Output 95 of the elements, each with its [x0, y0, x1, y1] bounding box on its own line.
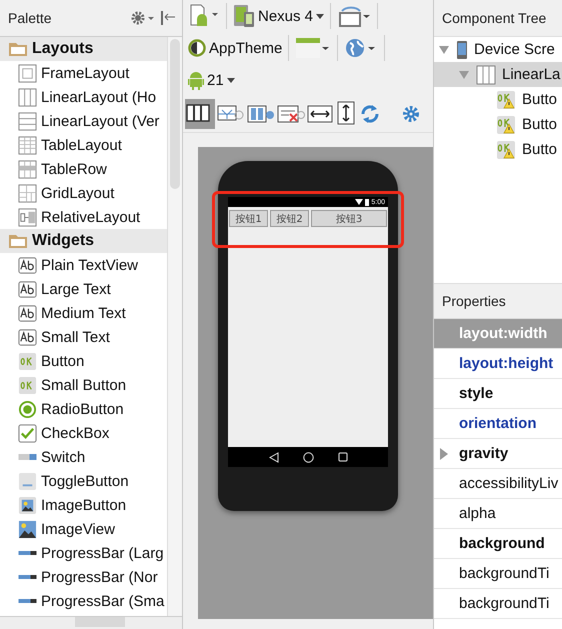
property-row[interactable]: accessibilityLiv: [434, 469, 562, 499]
preview-button[interactable]: 按钮3: [311, 210, 387, 227]
palette-item[interactable]: Large Text: [0, 277, 167, 301]
palette-item[interactable]: ToggleButton: [0, 469, 167, 493]
palette-item[interactable]: ProgressBar (Nor: [0, 565, 167, 589]
property-row[interactable]: layout:height: [434, 349, 562, 379]
device-selector[interactable]: Nexus 4: [258, 8, 314, 24]
expand-icon[interactable]: [439, 448, 449, 460]
columns-icon: [476, 64, 496, 84]
palette-item[interactable]: ImageView: [0, 517, 167, 541]
caret-icon[interactable]: [226, 78, 235, 82]
palette-item[interactable]: ImageButton: [0, 493, 167, 517]
ok-button-icon: [18, 376, 37, 394]
settings-icon[interactable]: [130, 10, 156, 26]
progress-bar-icon: [18, 574, 37, 580]
table-row-icon: [18, 160, 37, 178]
palette-group[interactable]: Layouts: [0, 37, 167, 61]
fill-height-icon[interactable]: [335, 101, 357, 127]
horizontal-scrollbar[interactable]: [0, 616, 182, 629]
phone-tablet-icon[interactable]: [233, 4, 255, 28]
api-level-selector[interactable]: 21: [207, 72, 224, 88]
palette-item[interactable]: Plain TextView: [0, 253, 167, 277]
progress-bar-icon: [18, 598, 37, 604]
switch-icon: [18, 454, 37, 460]
property-row[interactable]: style: [434, 379, 562, 409]
recents-icon[interactable]: [338, 452, 348, 462]
palette-item[interactable]: Small Text: [0, 325, 167, 349]
home-icon[interactable]: [302, 452, 314, 462]
text-view-icon: [18, 280, 37, 298]
rows-icon: [18, 112, 37, 130]
panel-title: Properties: [442, 293, 506, 309]
button-warning-icon: [496, 90, 516, 110]
palette-item[interactable]: FrameLayout: [0, 61, 167, 85]
palette-item[interactable]: CheckBox: [0, 421, 167, 445]
radio-button-icon: [18, 400, 37, 418]
property-row[interactable]: orientation: [434, 409, 562, 439]
property-row[interactable]: backgroundTi: [434, 559, 562, 589]
text-view-icon: [18, 304, 37, 322]
property-row[interactable]: background: [434, 529, 562, 559]
folder-icon: [8, 41, 28, 57]
frame-layout-icon: [18, 64, 37, 82]
text-view-icon: [18, 328, 37, 346]
wifi-icon: [355, 199, 364, 205]
palette-item[interactable]: Button: [0, 349, 167, 373]
preview-button[interactable]: 按钮1: [229, 210, 268, 227]
relative-layout-icon: [18, 208, 37, 226]
phone-icon: [456, 40, 468, 60]
palette-group[interactable]: Widgets: [0, 229, 167, 253]
palette-item[interactable]: RadioButton: [0, 397, 167, 421]
caret-icon[interactable]: [316, 14, 324, 18]
property-row[interactable]: gravity: [434, 439, 562, 469]
palette-item[interactable]: Small Button: [0, 373, 167, 397]
checkbox-icon: [18, 424, 37, 442]
palette-item[interactable]: GridLayout: [0, 181, 167, 205]
toggle-button-icon: [18, 472, 37, 490]
tree-item[interactable]: Butto: [434, 112, 562, 137]
panel-title: Component Tree: [442, 10, 546, 26]
back-icon[interactable]: [268, 452, 278, 462]
layout-columns-icon[interactable]: [185, 99, 215, 129]
preview-button[interactable]: 按钮2: [270, 210, 309, 227]
expand-arrow-icon[interactable]: [438, 44, 450, 54]
palette-item[interactable]: Switch: [0, 445, 167, 469]
battery-icon: [365, 198, 370, 206]
tree-item[interactable]: Butto: [434, 87, 562, 112]
tree-item[interactable]: LinearLa: [434, 62, 562, 87]
palette-item[interactable]: TableRow: [0, 157, 167, 181]
folder-icon: [8, 233, 28, 249]
button-warning-icon: [496, 114, 516, 134]
scrollbar[interactable]: [167, 37, 182, 616]
collapse-icon[interactable]: [160, 10, 176, 26]
device-android-icon[interactable]: [188, 3, 220, 29]
tree-item[interactable]: Device Scre: [434, 37, 562, 62]
table-icon: [18, 136, 37, 154]
columns-icon: [18, 88, 37, 106]
palette-item[interactable]: LinearLayout (Ver: [0, 109, 167, 133]
palette-item[interactable]: Medium Text: [0, 301, 167, 325]
image-button-icon: [18, 496, 37, 514]
settings-icon[interactable]: [401, 104, 421, 124]
palette-item[interactable]: LinearLayout (Ho: [0, 85, 167, 109]
progress-bar-icon: [18, 550, 37, 556]
palette-item[interactable]: RelativeLayout: [0, 205, 167, 229]
palette-item[interactable]: TableLayout: [0, 133, 167, 157]
property-row[interactable]: alpha: [434, 499, 562, 529]
palette-item[interactable]: ProgressBar (Larg: [0, 541, 167, 565]
ok-button-icon: [18, 352, 37, 370]
property-row[interactable]: backgroundTi: [434, 589, 562, 619]
grid-icon: [18, 184, 37, 202]
palette-item[interactable]: ProgressBar (Sma: [0, 589, 167, 613]
tree-item[interactable]: Butto: [434, 137, 562, 162]
text-view-icon: [18, 256, 37, 274]
panel-title: Palette: [8, 10, 53, 26]
theme-icon[interactable]: [188, 39, 206, 57]
button-warning-icon: [496, 140, 516, 160]
image-icon: [18, 520, 37, 538]
theme-selector[interactable]: AppTheme: [209, 40, 282, 56]
